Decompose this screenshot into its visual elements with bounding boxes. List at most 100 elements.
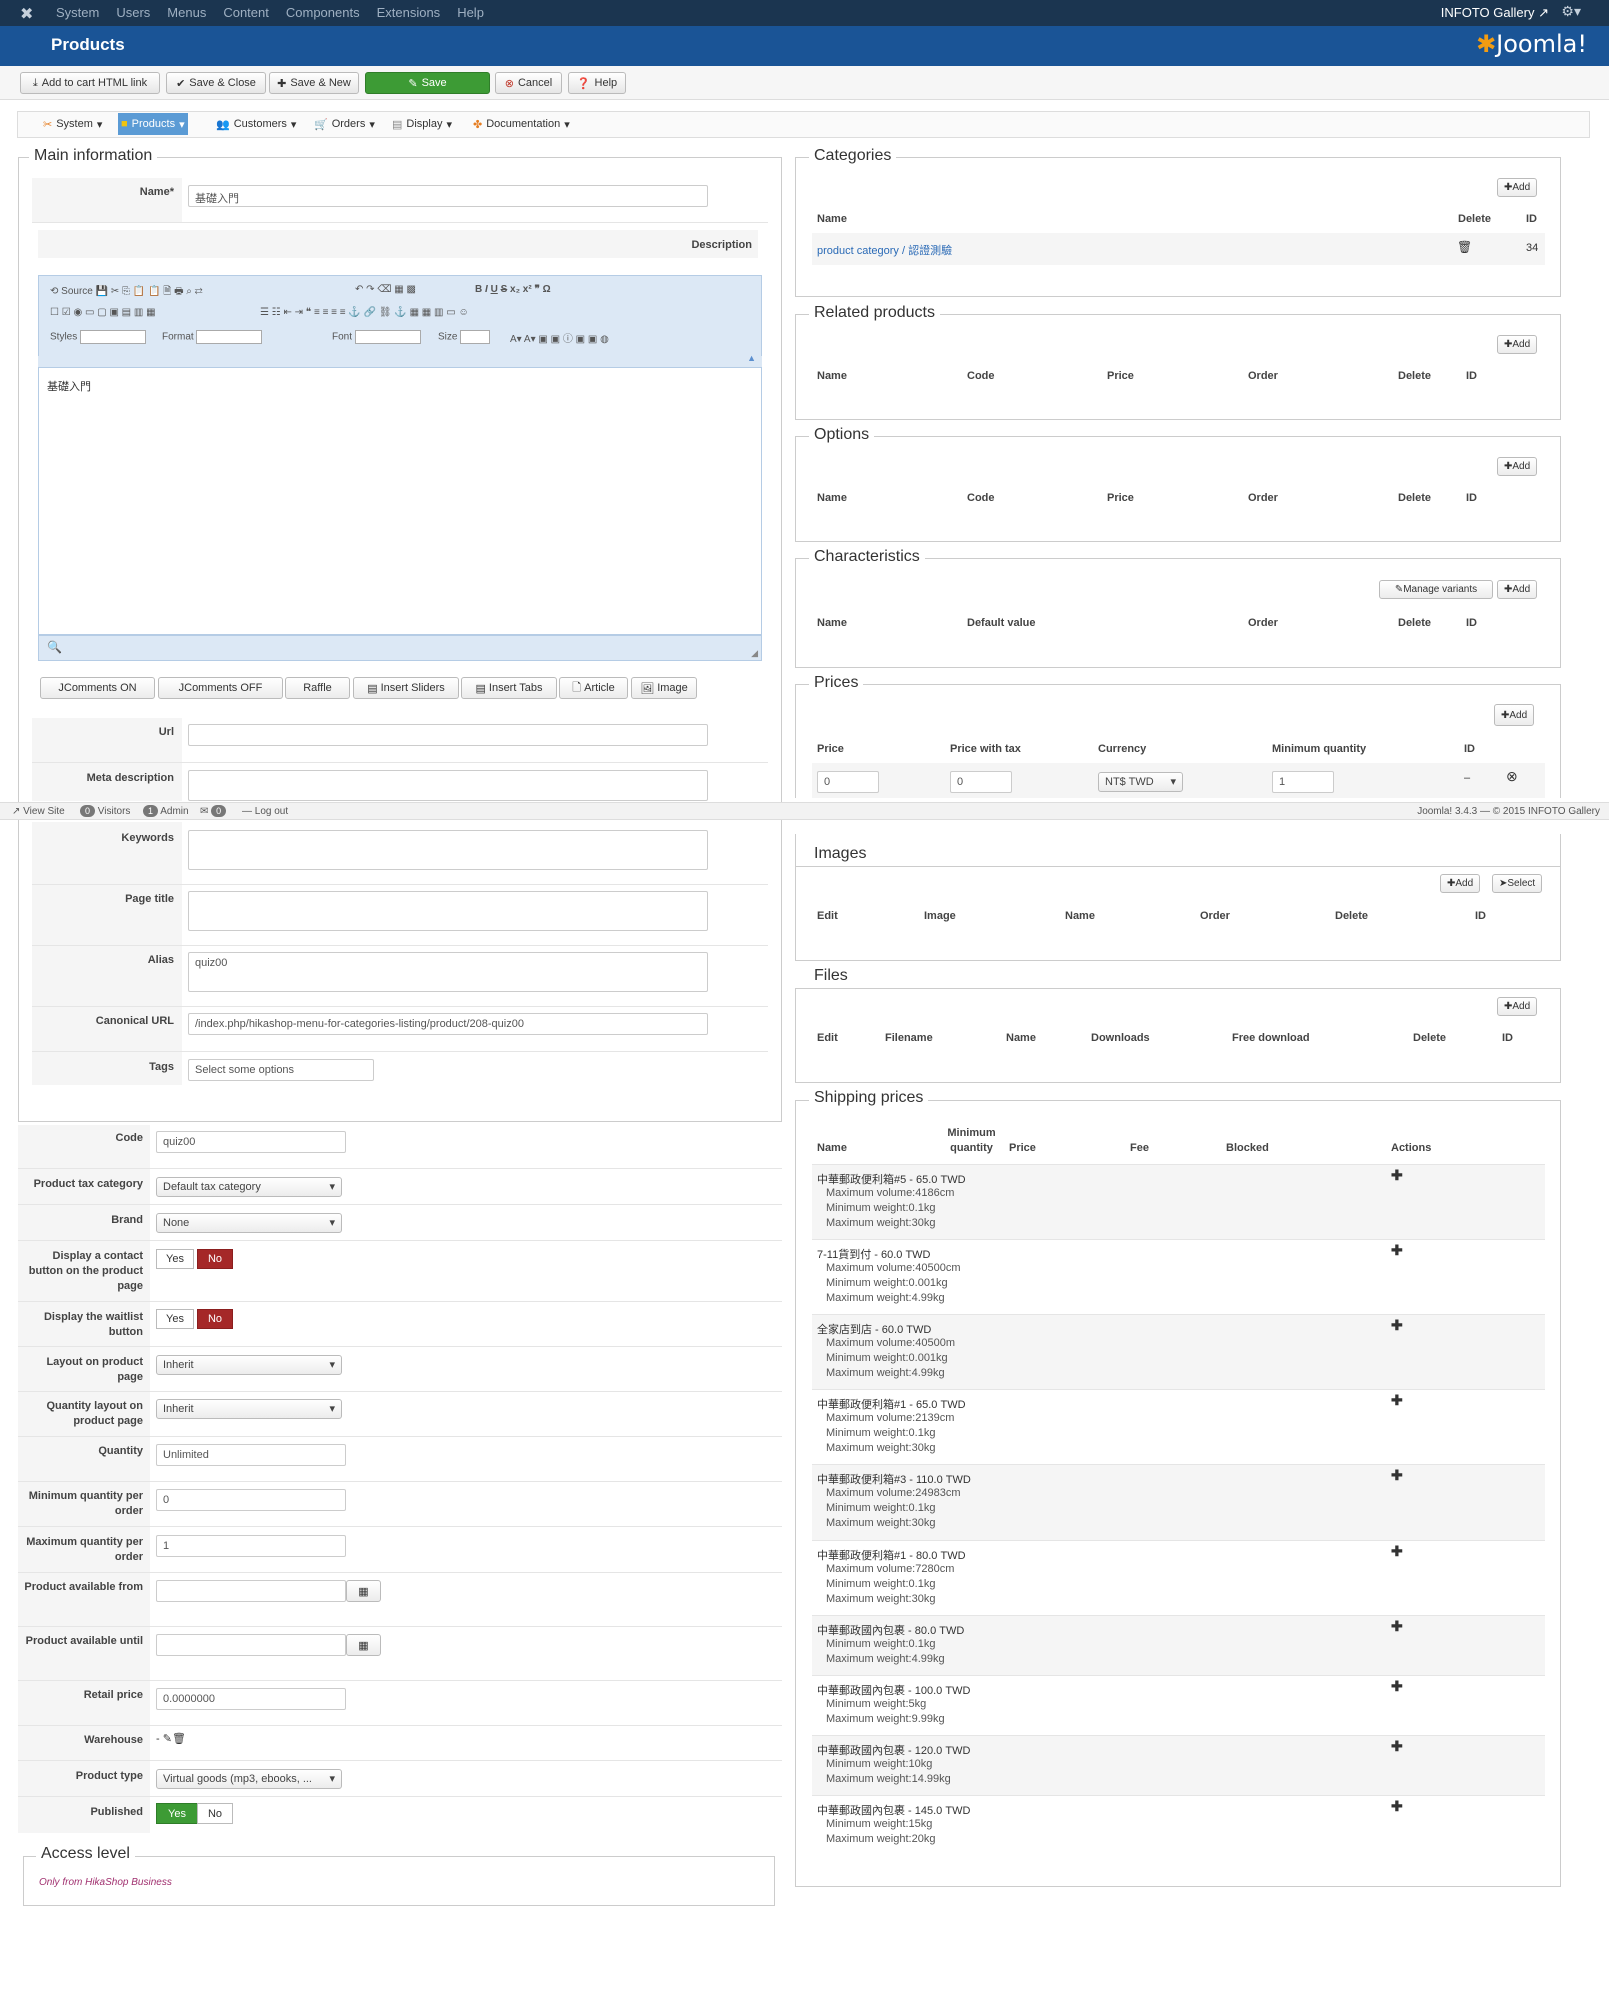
top-menu-components[interactable]: Components <box>286 5 360 20</box>
brand-select[interactable]: None <box>156 1213 342 1233</box>
contact-no-toggle[interactable]: No <box>197 1249 233 1269</box>
published-yes-toggle[interactable]: Yes <box>156 1803 198 1824</box>
images-add-button[interactable]: ✚ Add <box>1440 874 1481 893</box>
editor-font-select[interactable]: Font <box>332 330 421 344</box>
magnifier-icon[interactable]: 🔍 <box>47 640 62 654</box>
add-shipping-price-icon[interactable]: ✚ <box>1391 1678 1403 1695</box>
editor-content-area[interactable]: 基礎入門 <box>38 367 762 635</box>
top-menu-users[interactable]: Users <box>116 5 150 20</box>
insert-sliders-button[interactable]: ▤ Insert Sliders <box>353 677 459 699</box>
view-site-link[interactable]: ↗ View Site <box>12 806 65 817</box>
related-add-button[interactable]: ✚ Add <box>1497 335 1538 354</box>
top-menu-extensions[interactable]: Extensions <box>377 5 441 20</box>
add-shipping-price-icon[interactable]: ✚ <box>1391 1317 1403 1334</box>
jcomments-on-button[interactable]: JComments ON <box>40 677 155 699</box>
quantity-input[interactable]: Unlimited <box>156 1444 346 1466</box>
insert-tabs-button[interactable]: ▤ Insert Tabs <box>461 677 557 699</box>
add-shipping-price-icon[interactable]: ✚ <box>1391 1167 1403 1184</box>
top-menu-menus[interactable]: Menus <box>167 5 206 20</box>
jcomments-off-button[interactable]: JComments OFF <box>158 677 283 699</box>
gear-icon[interactable]: ⚙▾ <box>1561 3 1581 20</box>
hs-menu-documentation[interactable]: ✤ Documentation ▾ <box>470 115 573 133</box>
product-type-select[interactable]: Virtual goods (mp3, ebooks, ... <box>156 1769 342 1789</box>
page-title-textarea[interactable] <box>188 891 708 931</box>
options-add-button[interactable]: ✚ Add <box>1497 457 1538 476</box>
trash-icon[interactable]: 🗑 <box>1457 240 1472 254</box>
category-link-parent[interactable]: product category <box>817 245 899 257</box>
top-menu-system[interactable]: System <box>56 5 99 20</box>
top-menu-content[interactable]: Content <box>223 5 269 20</box>
editor-format-group[interactable]: B I U S x₂ x² ❞ Ω <box>475 284 551 295</box>
available-from-input[interactable] <box>156 1580 346 1602</box>
tax-category-select[interactable]: Default tax category <box>156 1177 342 1197</box>
help-button[interactable]: ❓ Help <box>568 72 626 94</box>
quantity-layout-select[interactable]: Inherit <box>156 1399 342 1419</box>
keywords-textarea[interactable] <box>188 830 708 870</box>
joomla-logo-icon[interactable]: ✖ <box>20 4 33 24</box>
alias-textarea[interactable]: quiz00 <box>188 952 708 992</box>
min-quantity-input[interactable]: 0 <box>156 1489 346 1511</box>
max-quantity-input[interactable]: 1 <box>156 1535 346 1557</box>
editor-styles-select[interactable]: Styles <box>50 330 147 344</box>
canonical-url-input[interactable]: /index.php/hikashop-menu-for-categories-… <box>188 1013 708 1035</box>
calendar-until-button[interactable]: ▦ <box>346 1634 381 1656</box>
images-select-button[interactable]: ➤ Select <box>1492 874 1543 893</box>
url-input[interactable] <box>188 724 708 746</box>
image-button[interactable]: 🖼 Image <box>631 677 697 699</box>
raffle-button[interactable]: Raffle <box>285 677 350 699</box>
published-no-toggle[interactable]: No <box>197 1803 233 1824</box>
top-menu-help[interactable]: Help <box>457 5 484 20</box>
editor-form-group[interactable]: ☐ ☑ ◉ ▭ ▢ ▣ ▤ ▥ ▦ <box>50 307 156 318</box>
layout-select[interactable]: Inherit <box>156 1355 342 1375</box>
name-input[interactable]: 基礎入門 <box>188 185 708 207</box>
waitlist-yes-toggle[interactable]: Yes <box>156 1309 194 1329</box>
trash-icon[interactable]: 🗑 <box>172 1733 186 1745</box>
editor-source-button[interactable]: ⟲ Source 💾 ✂ ⎘ 📋 📋 🗎 🖶 ⌕ ⇄ <box>50 284 203 301</box>
add-shipping-price-icon[interactable]: ✚ <box>1391 1392 1403 1409</box>
site-name-link[interactable]: INFOTO Gallery ↗ <box>1441 5 1549 21</box>
waitlist-no-toggle[interactable]: No <box>197 1309 233 1329</box>
cancel-button[interactable]: ⊗ Cancel <box>495 72 562 94</box>
add-shipping-price-icon[interactable]: ✚ <box>1391 1242 1403 1259</box>
hs-menu-orders[interactable]: 🛒 Orders ▾ <box>311 115 378 133</box>
currency-select[interactable]: NT$ TWD <box>1098 772 1183 792</box>
remove-price-icon[interactable]: ⊗ <box>1506 768 1518 785</box>
code-input[interactable]: quiz00 <box>156 1131 346 1153</box>
categories-add-button[interactable]: ✚ Add <box>1497 178 1538 197</box>
article-button[interactable]: 🗋 Article <box>559 677 628 699</box>
editor-color-group[interactable]: A▾ A▾ ▣ ▣ ⓘ ▣ ▣ ◍ <box>510 330 609 345</box>
retail-price-input[interactable]: 0.0000000 <box>156 1688 346 1710</box>
calendar-from-button[interactable]: ▦ <box>346 1580 381 1602</box>
editor-undo-group[interactable]: ↶ ↷ ⌫ ▦ ▩ <box>355 284 416 295</box>
manage-variants-button[interactable]: ✎ Manage variants <box>1379 580 1493 599</box>
add-shipping-price-icon[interactable]: ✚ <box>1391 1738 1403 1755</box>
pencil-icon[interactable]: ✎ <box>163 1733 172 1745</box>
price-with-tax-input[interactable]: 0 <box>950 771 1012 793</box>
category-link-child[interactable]: 認證測驗 <box>908 245 952 257</box>
messages-status[interactable]: ✉ 0 <box>200 805 227 817</box>
hs-menu-system[interactable]: ✂ System ▾ <box>40 115 105 133</box>
logout-link[interactable]: — Log out <box>242 806 288 817</box>
add-to-cart-html-button[interactable]: ⤓ Add to cart HTML link <box>20 72 160 94</box>
save-new-button[interactable]: ✚ Save & New <box>269 72 359 94</box>
tags-select[interactable]: Select some options <box>188 1059 374 1081</box>
add-shipping-price-icon[interactable]: ✚ <box>1391 1618 1403 1635</box>
editor-format-select[interactable]: Format <box>162 330 263 344</box>
add-shipping-price-icon[interactable]: ✚ <box>1391 1543 1403 1560</box>
meta-description-input[interactable] <box>188 770 708 801</box>
resize-handle-icon[interactable]: ◢ <box>751 648 758 659</box>
save-button[interactable]: ✎ Save <box>365 72 490 94</box>
editor-size-select[interactable]: Size <box>438 330 491 344</box>
add-shipping-price-icon[interactable]: ✚ <box>1391 1798 1403 1815</box>
price-input[interactable]: 0 <box>817 771 879 793</box>
hs-menu-products[interactable]: ■ Products ▾ <box>118 113 188 135</box>
characteristics-add-button[interactable]: ✚ Add <box>1497 580 1538 599</box>
hs-menu-customers[interactable]: 👥 Customers ▾ <box>213 115 299 133</box>
min-qty-input[interactable]: 1 <box>1272 771 1334 793</box>
available-until-input[interactable] <box>156 1634 346 1656</box>
add-shipping-price-icon[interactable]: ✚ <box>1391 1467 1403 1484</box>
editor-list-group[interactable]: ☰ ☷ ⇤ ⇥ ❝ ≡ ≡ ≡ ≡ ⚓ 🔗 ⛓ ⚓ ▦ ▦ ▥ ▭ ☺ <box>260 307 469 318</box>
hs-menu-display[interactable]: ▤ Display ▾ <box>389 115 455 133</box>
save-close-button[interactable]: ✔ Save & Close <box>166 72 266 94</box>
contact-yes-toggle[interactable]: Yes <box>156 1249 194 1269</box>
